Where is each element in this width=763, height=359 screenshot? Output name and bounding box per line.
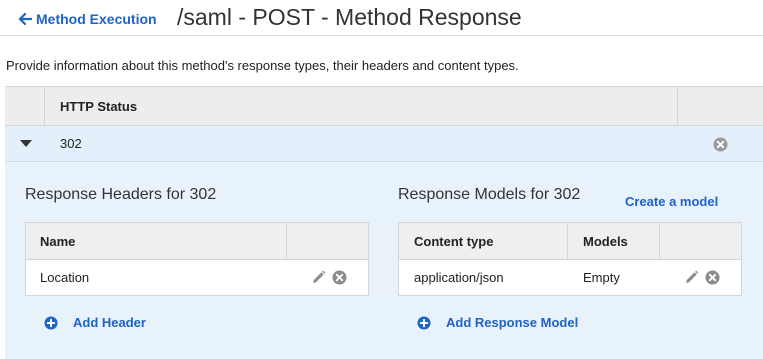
remove-circle-icon[interactable] [705,270,720,285]
plus-circle-icon [44,316,58,329]
pencil-icon[interactable] [684,270,699,285]
add-response-model-link[interactable]: Add Response Model [417,315,578,330]
add-header-label: Add Header [73,315,146,330]
column-divider [286,223,287,260]
column-divider [659,223,660,260]
content-type-value: application/json [414,270,504,285]
response-models-title: Response Models for 302 [398,186,581,203]
page-title: /saml - POST - Method Response [177,4,522,30]
back-to-method-execution-link[interactable]: Method Execution [18,11,157,27]
status-table-header: HTTP Status [5,86,763,126]
add-response-model-label: Add Response Model [446,315,579,330]
model-value: Empty [583,270,620,285]
name-column-header: Name [40,234,76,249]
column-divider [44,87,45,126]
response-headers-title: Response Headers for 302 [25,186,217,203]
response-models-table-header: Content type Models [398,222,742,260]
table-row: application/json Empty [398,260,742,296]
pencil-icon[interactable] [311,270,326,285]
caret-down-icon[interactable] [20,140,32,147]
plus-circle-icon [417,316,431,329]
header-name: Location [40,270,90,285]
response-headers-table-header: Name [25,222,369,260]
page-header: Method Execution /saml - POST - Method R… [0,0,763,36]
remove-circle-icon[interactable] [332,270,347,285]
models-column-header: Models [583,234,628,249]
response-headers-table: Name Location [25,222,369,296]
page-description: Provide information about this method's … [6,58,519,73]
table-row: Location [25,260,369,296]
remove-circle-icon[interactable] [713,137,728,152]
response-models-table: Content type Models application/json Emp… [398,222,742,296]
content-type-column-header: Content type [414,234,494,249]
status-row-302[interactable]: 302 [5,126,763,162]
arrow-left-icon [18,12,32,26]
column-divider [567,223,568,260]
status-code: 302 [60,136,82,151]
http-status-column-header: HTTP Status [60,99,138,114]
back-link-label: Method Execution [36,11,157,27]
add-header-link[interactable]: Add Header [44,315,146,330]
http-status-table: HTTP Status 302 [5,86,763,162]
column-divider [677,87,678,126]
create-model-link[interactable]: Create a model [625,194,718,209]
